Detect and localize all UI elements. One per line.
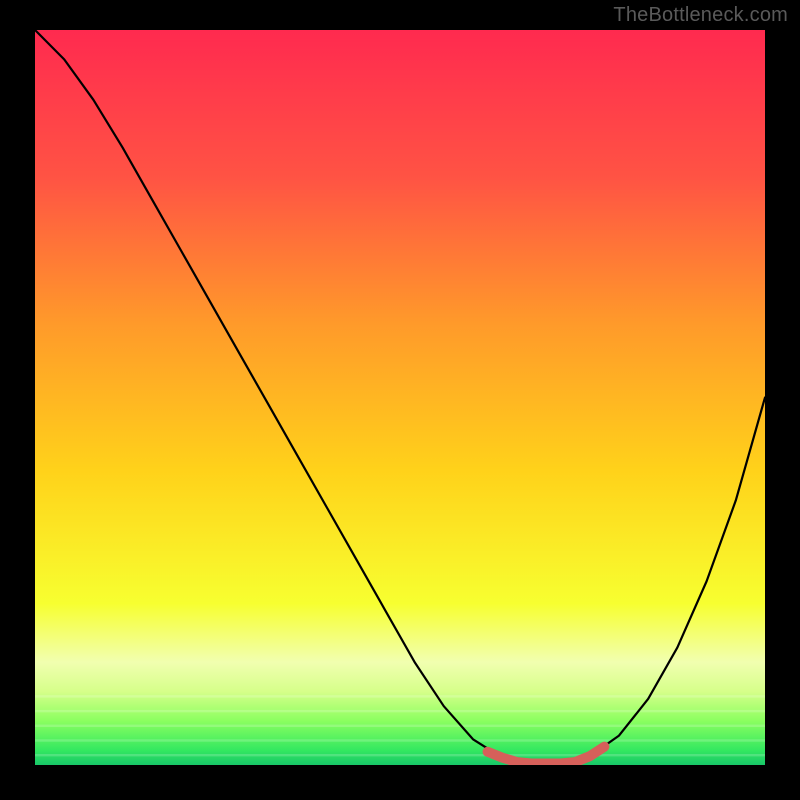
band-line: [35, 739, 765, 741]
band-line: [35, 725, 765, 727]
band-line: [35, 710, 765, 712]
band-line: [35, 754, 765, 756]
gradient-background: [35, 30, 765, 765]
band-line: [35, 695, 765, 697]
chart-frame: TheBottleneck.com: [0, 0, 800, 800]
plot-area: [35, 30, 765, 765]
chart-svg: [35, 30, 765, 765]
watermark-text: TheBottleneck.com: [613, 4, 788, 27]
